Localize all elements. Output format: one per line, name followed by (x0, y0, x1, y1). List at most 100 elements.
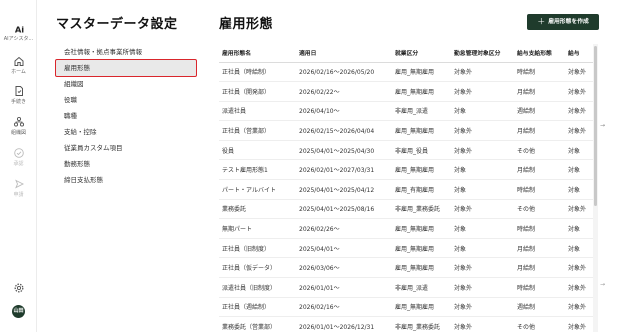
cell-pay-type: 月給制 (514, 257, 565, 279)
cell-pay-type: 月給制 (514, 159, 565, 181)
cell-work-category: 非雇用_業務委託 (392, 199, 451, 220)
cell-date: 2026/02/16〜 (296, 297, 392, 318)
cell-attendance: 対象 (451, 159, 514, 181)
cell-work-category: 雇用_無期雇用 (392, 120, 451, 141)
avatar[interactable]: 山田 (12, 305, 25, 318)
cell-salary: 対象外 (565, 62, 593, 83)
table-row[interactable]: 正社員（旧制度） 2025/04/01〜 雇用_無期雇用 対象 月給制 対象 (219, 238, 593, 259)
cell-salary: 対象 (565, 179, 593, 200)
nav-item-job-type[interactable]: 職種 (56, 108, 196, 124)
rail-label-approval: 承認 (13, 161, 24, 167)
rail-item-org-chart[interactable]: 組織図 (0, 116, 37, 137)
scroll-right-icon-lower[interactable]: → (600, 281, 605, 288)
table-row[interactable]: テスト雇用形態1 2026/02/01〜2027/03/31 雇用_無期雇用 対象 月給… (219, 159, 593, 181)
cell-name: パート・アルバイト (219, 179, 296, 200)
nav-item-position[interactable]: 役職 (56, 92, 196, 108)
cell-date: 2026/02/15〜2026/04/04 (296, 120, 392, 141)
column-header-work-category[interactable]: 就業区分 (392, 44, 451, 63)
nav-item-employment-type[interactable]: 雇用形態 (55, 59, 197, 77)
table-row[interactable]: 正社員（時給制） 2026/02/16〜2026/05/20 雇用_無期雇用 対象外時… (219, 62, 593, 83)
cell-name: 派遣社員 (219, 101, 296, 122)
cell-date: 2026/02/26〜 (296, 218, 392, 239)
column-header-name[interactable]: 雇用形態名 (219, 44, 296, 63)
create-employment-type-button[interactable]: ＋雇用形態を作成 (527, 14, 599, 30)
cell-name: 正社員（営業部） (219, 120, 296, 141)
cell-work-category: 雇用_無期雇用 (392, 62, 451, 83)
column-header-pay-type[interactable]: 給与支給形態 (514, 44, 565, 63)
rail-label-org-chart: 組織図 (10, 130, 26, 136)
column-header-salary[interactable]: 給与 (565, 44, 593, 63)
cell-salary: 対象外 (565, 120, 593, 141)
settings-button[interactable] (0, 282, 37, 294)
table-row[interactable]: 正社員（開発部） 2026/02/22〜 雇用_無期雇用 対象外 月給制 対象外 (219, 81, 593, 102)
cell-date: 2026/02/01〜2027/03/31 (296, 159, 392, 181)
rail-item-application[interactable]: 申請 (0, 178, 37, 199)
table-row[interactable]: 正社員（営業部） 2026/02/15〜2026/04/04 雇用_無期雇用 対象外月… (219, 120, 593, 141)
cell-salary: 対象外 (565, 81, 593, 102)
table-row[interactable]: パート・アルバイト 2025/04/01〜2025/04/12 雇用_有期雇用 対象時… (219, 179, 593, 200)
cell-work-category: 非雇用_派遣 (392, 277, 451, 298)
cell-work-category: 雇用_無期雇用 (392, 159, 451, 181)
document-icon (15, 86, 23, 96)
rail-label-application: 申請 (13, 192, 24, 198)
cell-work-category: 雇用_無期雇用 (392, 218, 451, 239)
cell-salary: 対象外 (565, 277, 593, 298)
table-row[interactable]: 正社員（仮データ） 2026/03/06〜 雇用_無期雇用 対象外 月給制 対象外 (219, 257, 593, 279)
column-header-date[interactable]: 適用日 (296, 44, 392, 63)
cell-attendance: 対象外 (451, 140, 514, 161)
cell-date: 2026/02/16〜2026/05/20 (296, 62, 392, 83)
cell-name: 正社員（時給制） (219, 62, 296, 83)
table-row[interactable]: 派遣社員（旧制度） 2026/01/01〜 非雇用_派遣 対象外 時給制 対象外 (219, 277, 593, 298)
cell-attendance: 対象 (451, 238, 514, 259)
cell-attendance: 対象外 (451, 120, 514, 141)
scroll-thumb[interactable] (594, 46, 597, 206)
ai-assistant-button[interactable]: Ai AIアシスタ... (0, 24, 37, 43)
table-header-row: 雇用形態名 適用日 就業区分 勤怠管理対象区分 給与支給形態 給与 (219, 44, 593, 63)
cell-work-category: 雇用_無期雇用 (392, 81, 451, 102)
cell-name: 正社員（旧制度） (219, 238, 296, 259)
org-chart-icon (13, 116, 24, 127)
rail-label-home: ホーム (11, 69, 26, 75)
cell-date: 2026/02/22〜 (296, 81, 392, 102)
nav-item-closing-payment[interactable]: 締日支払形態 (56, 172, 196, 188)
cell-date: 2026/01/01〜 (296, 277, 392, 298)
cell-work-category: 非雇用_業務委託 (392, 316, 451, 332)
rail-item-procedures[interactable]: 手続き (0, 85, 37, 106)
nav-item-company-info[interactable]: 会社情報・拠点事業所情報 (56, 44, 196, 60)
home-icon (14, 56, 23, 66)
cell-pay-type: 週給制 (514, 101, 565, 122)
cell-work-category: 雇用_有期雇用 (392, 179, 451, 200)
cell-pay-type: 時給制 (514, 62, 565, 83)
rail-item-approval[interactable]: 承認 (0, 147, 37, 168)
cell-date: 2025/04/01〜 (296, 238, 392, 259)
table-row[interactable]: 無期パート 2026/02/26〜 雇用_無期雇用 対象 時給制 対象 (219, 218, 593, 239)
cell-name: 正社員（開発部） (219, 81, 296, 102)
table-row[interactable]: 派遣社員 2026/04/10〜 非雇用_派遣 対象 週給制 対象外 (219, 101, 593, 122)
cell-attendance: 対象外 (451, 316, 514, 332)
cell-salary: 対象 (565, 238, 593, 259)
table-row[interactable]: 役員 2025/04/01〜2025/04/30 非雇用_役員 対象外 その他 対象 (219, 140, 593, 161)
cell-date: 2026/04/10〜 (296, 101, 392, 122)
cell-salary: 対象外 (565, 297, 593, 318)
cell-date: 2025/04/01〜2025/08/16 (296, 199, 392, 220)
nav-item-payment-deduction[interactable]: 支給・控除 (56, 124, 196, 140)
nav-item-custom-fields[interactable]: 従業員カスタム項目 (56, 140, 196, 156)
cell-date: 2025/04/01〜2025/04/30 (296, 140, 392, 161)
scroll-right-icon[interactable]: → (600, 122, 605, 129)
rail-item-home[interactable]: ホーム (0, 55, 37, 76)
nav-item-work-pattern[interactable]: 勤務形態 (56, 156, 196, 172)
cell-name: 業務委託（営業部） (219, 316, 296, 332)
cell-date: 2026/03/06〜 (296, 257, 392, 279)
cell-attendance: 対象外 (451, 62, 514, 83)
table-scrollbar[interactable] (593, 44, 598, 332)
master-data-nav: 会社情報・拠点事業所情報 雇用形態 組織図 役職 職種 支給・控除 従業員カスタ… (55, 44, 197, 188)
employment-type-table: 雇用形態名 適用日 就業区分 勤怠管理対象区分 給与支給形態 給与 正社員（時給… (219, 44, 593, 332)
table-row[interactable]: 正社員（週給制） 2026/02/16〜 雇用_無期雇用 対象外 週給制 対象外 (219, 297, 593, 318)
cell-attendance: 対象外 (451, 277, 514, 298)
table-row[interactable]: 業務委託 2025/04/01〜2025/08/16 非雇用_業務委託 対象外 その他対… (219, 199, 593, 220)
column-header-attendance[interactable]: 勤怠管理対象区分 (451, 44, 514, 63)
table-row[interactable]: 業務委託（営業部） 2026/01/01〜2026/12/31 非雇用_業務委託 対象… (219, 316, 593, 332)
cell-attendance: 対象外 (451, 199, 514, 220)
nav-item-org-chart[interactable]: 組織図 (56, 76, 196, 92)
cell-pay-type: 月給制 (514, 81, 565, 102)
